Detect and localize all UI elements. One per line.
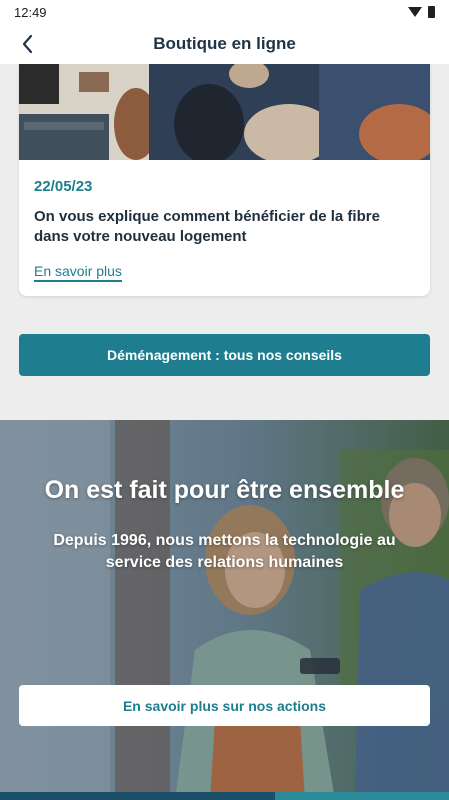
article-card[interactable]: 22/05/23 On vous explique comment bénéfi… (19, 64, 430, 296)
status-icons (408, 6, 435, 18)
scroll-content[interactable]: 22/05/23 On vous explique comment bénéfi… (0, 64, 449, 800)
hero-heading: On est fait pour être ensemble (44, 476, 405, 504)
back-button[interactable] (14, 30, 42, 58)
chevron-left-icon (22, 34, 33, 54)
wifi-icon (408, 7, 422, 17)
hero-banner: On est fait pour être ensemble Depuis 19… (0, 420, 449, 800)
battery-icon (428, 6, 435, 18)
bottom-strip-accent (275, 792, 449, 800)
read-more-link[interactable]: En savoir plus (34, 263, 122, 282)
page-title: Boutique en ligne (153, 34, 296, 53)
status-bar: 12:49 (0, 0, 449, 24)
article-title: On vous explique comment bénéficier de l… (34, 208, 380, 245)
bottom-strip (0, 792, 449, 800)
article-image (19, 64, 430, 160)
status-time: 12:49 (14, 4, 47, 20)
app-bar: Boutique en ligne (0, 24, 449, 64)
our-actions-button[interactable]: En savoir plus sur nos actions (19, 685, 430, 726)
moving-advice-button[interactable]: Déménagement : tous nos conseils (19, 334, 430, 376)
article-date: 22/05/23 (34, 178, 93, 195)
hero-subtext: Depuis 1996, nous mettons la technologie… (53, 532, 396, 571)
